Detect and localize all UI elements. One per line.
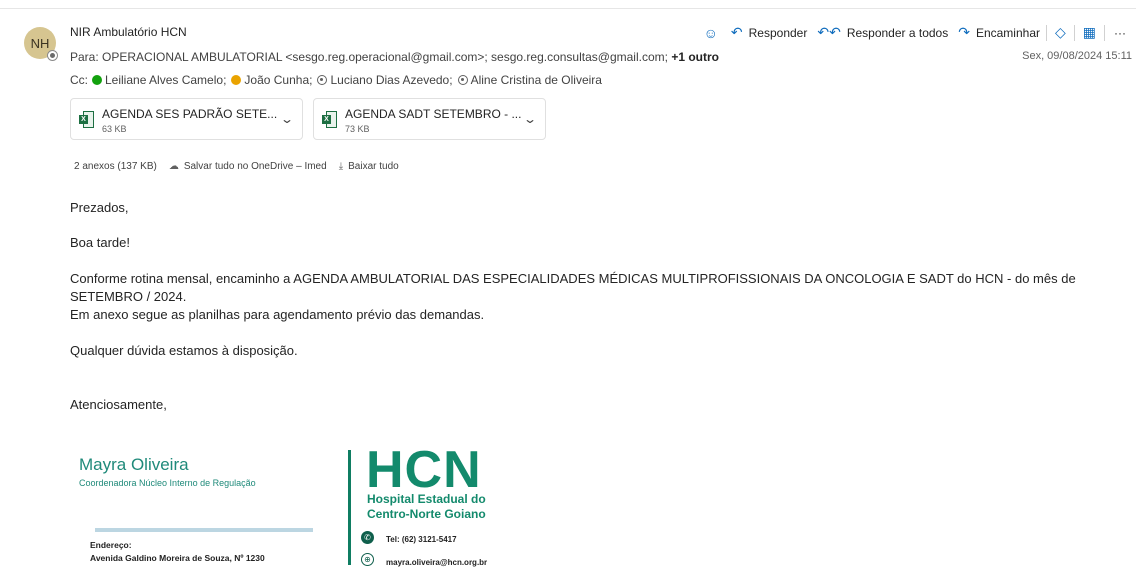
to-recipients-line: Para: OPERACIONAL AMBULATORIAL <sesgo.re… (70, 50, 719, 64)
hospital-name-line: Hospital Estadual do (367, 492, 486, 506)
emoji-reaction-icon[interactable]: ☺ (704, 25, 718, 41)
sender-name[interactable]: NIR Ambulatório HCN (70, 25, 187, 39)
signature-address-label: Endereço: (90, 540, 132, 550)
toolbar-separator (1073, 24, 1075, 41)
message-actions-toolbar: ☺ ↶ Responder ↶↶ Responder a todos ↷ Encami… (701, 24, 1126, 41)
save-to-onedrive-button[interactable]: ☁ Salvar tudo no OneDrive – Imed (169, 161, 327, 172)
presence-offline-icon (317, 75, 328, 85)
toolbar-separator (1104, 24, 1105, 41)
signature-vertical-divider (348, 450, 351, 565)
tag-icon[interactable]: ◇ (1055, 24, 1066, 41)
presence-away-icon (231, 75, 242, 85)
cc-person[interactable]: Leiliane Alves Camelo; (92, 73, 226, 87)
globe-icon: ⊕ (361, 553, 374, 566)
download-icon: ⤓ (338, 161, 344, 172)
more-actions-button[interactable]: ··· (1114, 26, 1126, 40)
attachment-card[interactable]: X AGENDA SES PADRÃO SETE... 63 KB ⌄ (70, 98, 303, 140)
body-closing: Atenciosamente, (70, 397, 167, 412)
body-paragraph-line: Conforme rotina mensal, encaminho a AGEN… (70, 271, 1076, 286)
attachment-size: 63 KB (102, 124, 127, 134)
download-all-button[interactable]: ⤓ Baixar tudo (339, 161, 399, 172)
cc-person[interactable]: Luciano Dias Azevedo; (317, 73, 453, 87)
reply-label: Responder (748, 25, 808, 40)
reply-all-button[interactable]: ↶↶ Responder a todos (817, 24, 948, 41)
reply-all-icon: ↶↶ (817, 24, 841, 40)
cc-recipients-line: Cc: Leiliane Alves Camelo; João Cunha; L… (70, 73, 607, 87)
body-greeting: Prezados, (70, 200, 129, 215)
forward-button[interactable]: ↷ Encaminhar (958, 24, 1040, 41)
presence-offline-icon (47, 50, 58, 61)
signature-email[interactable]: mayra.oliveira@hcn.org.br (386, 558, 487, 567)
attachments-summary: 2 anexos (137 KB) ☁ Salvar tudo no OneDri… (74, 161, 411, 172)
hospital-name-line: Centro-Norte Goiano (367, 507, 486, 521)
message-datetime: Sex, 09/08/2024 15:11 (1022, 50, 1132, 62)
attachment-name: AGENDA SADT SETEMBRO - ... (345, 107, 522, 121)
body-paragraph-line: SETEMBRO / 2024. (70, 289, 187, 304)
cc-person-name: Luciano Dias Azevedo; (330, 73, 453, 87)
attachment-card[interactable]: X AGENDA SADT SETEMBRO - ... 73 KB ⌄ (313, 98, 546, 140)
cc-person-name: Aline Cristina de Oliveira (470, 73, 602, 87)
signature-role: Coordenadora Núcleo Interno de Regulação (79, 478, 256, 488)
to-recipients[interactable]: OPERACIONAL AMBULATORIAL <sesgo.reg.oper… (102, 50, 668, 64)
presence-available-icon (92, 75, 102, 85)
forward-icon: ↷ (958, 24, 970, 40)
reply-button[interactable]: ↶ Responder (731, 24, 807, 41)
cc-person[interactable]: João Cunha; (231, 73, 312, 87)
signature-divider (95, 528, 313, 532)
signature-phone: Tel: (62) 3121-5417 (386, 535, 457, 544)
download-all-label: Baixar tudo (348, 161, 399, 172)
body-paragraph-line: Qualquer dúvida estamos à disposição. (70, 343, 298, 358)
cc-person-name: João Cunha; (244, 73, 313, 87)
signature-address: Avenida Galdino Moreira de Souza, Nº 123… (90, 553, 265, 563)
header-divider (0, 8, 1136, 9)
toolbar-separator (1045, 24, 1047, 41)
chevron-down-icon[interactable]: ⌄ (523, 112, 537, 126)
reply-icon: ↶ (730, 24, 743, 40)
attachment-count: 2 anexos (137 KB) (74, 161, 157, 172)
cc-label: Cc: (70, 73, 88, 87)
more-recipients-link[interactable]: +1 outro (671, 50, 719, 64)
attachment-size: 73 KB (345, 124, 370, 134)
signature-name: Mayra Oliveira (79, 455, 189, 474)
save-to-onedrive-label: Salvar tudo no OneDrive – Imed (183, 161, 327, 172)
presence-offline-icon (457, 75, 468, 85)
hcn-logo: HCN (366, 441, 482, 499)
cloud-icon: ☁ (168, 161, 179, 172)
reply-all-label: Responder a todos (846, 25, 949, 40)
phone-icon: ✆ (361, 531, 374, 544)
apps-grid-icon[interactable]: ▦ (1083, 24, 1096, 41)
attachment-name: AGENDA SES PADRÃO SETE... (102, 107, 278, 121)
excel-file-icon: X (322, 111, 337, 128)
chevron-down-icon[interactable]: ⌄ (280, 112, 294, 126)
body-salutation: Boa tarde! (70, 235, 130, 250)
forward-label: Encaminhar (975, 25, 1040, 40)
cc-person-name: Leiliane Alves Camelo; (105, 73, 227, 87)
to-label: Para: (70, 50, 99, 64)
body-paragraph-line: Em anexo segue as planilhas para agendam… (70, 307, 485, 322)
excel-file-icon: X (79, 111, 94, 128)
cc-person[interactable]: Aline Cristina de Oliveira (457, 73, 602, 87)
